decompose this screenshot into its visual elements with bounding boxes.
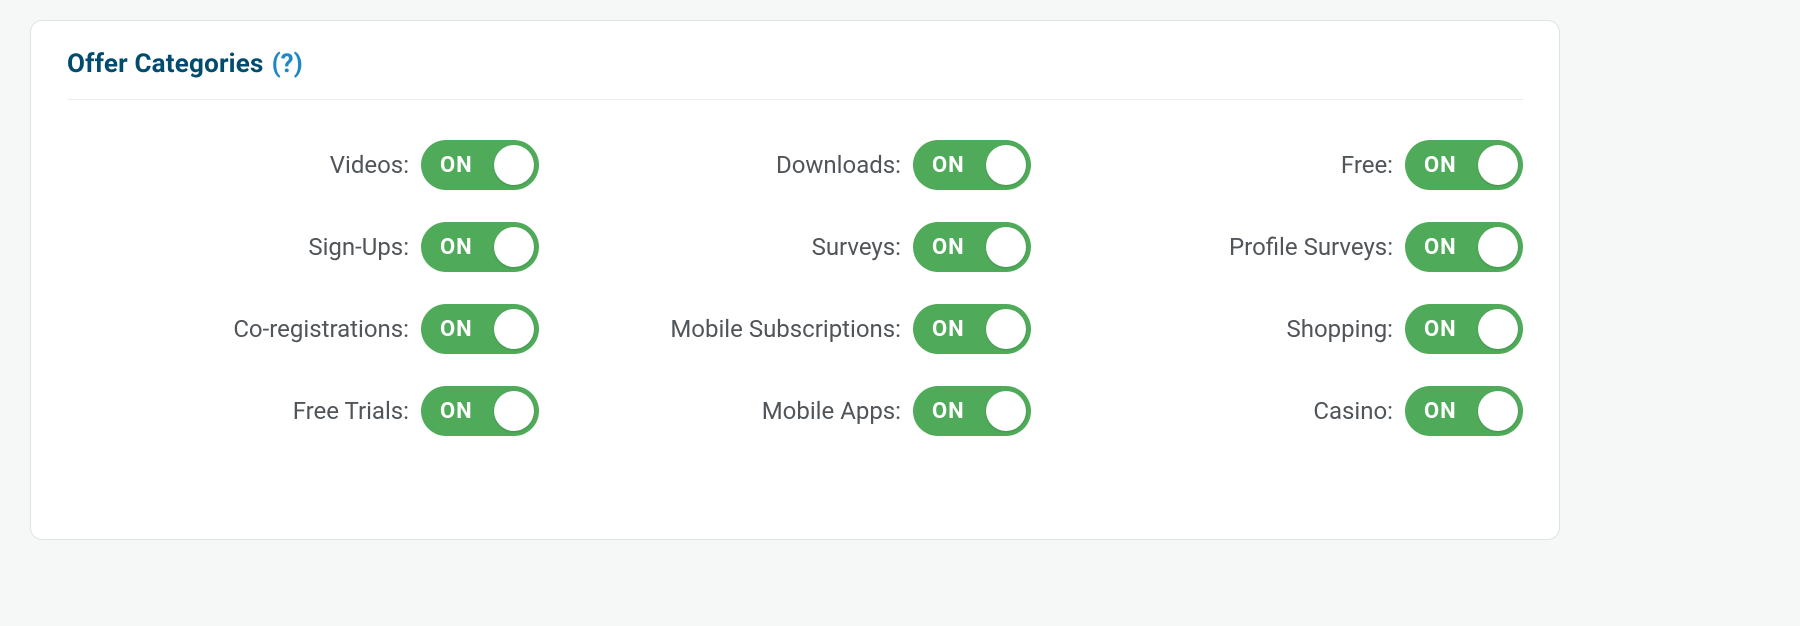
category-label: Casino:	[1313, 397, 1393, 425]
category-row: Downloads: ON	[559, 140, 1031, 190]
toggle-videos[interactable]: ON	[421, 140, 539, 190]
toggle-mobile-subscriptions[interactable]: ON	[913, 304, 1031, 354]
category-row: Surveys: ON	[559, 222, 1031, 272]
category-label: Free:	[1341, 151, 1393, 179]
toggle-knob	[494, 145, 534, 185]
category-row: Casino: ON	[1051, 386, 1523, 436]
toggle-knob	[1478, 227, 1518, 267]
category-label: Surveys:	[812, 233, 901, 261]
toggle-co-registrations[interactable]: ON	[421, 304, 539, 354]
toggle-on-text: ON	[1410, 153, 1463, 178]
section-title: Offer Categories	[67, 49, 264, 79]
divider	[67, 99, 1523, 100]
toggle-knob	[1478, 391, 1518, 431]
toggle-on-text: ON	[1410, 317, 1463, 342]
category-label: Downloads:	[776, 151, 901, 179]
category-row: Free Trials: ON	[67, 386, 539, 436]
category-label: Shopping:	[1287, 315, 1394, 343]
toggle-knob	[1478, 309, 1518, 349]
toggle-on-text: ON	[918, 235, 971, 260]
toggle-knob	[986, 227, 1026, 267]
toggle-shopping[interactable]: ON	[1405, 304, 1523, 354]
toggle-on-text: ON	[426, 153, 479, 178]
toggle-free-trials[interactable]: ON	[421, 386, 539, 436]
category-row: Mobile Apps: ON	[559, 386, 1031, 436]
toggle-knob	[986, 145, 1026, 185]
offer-categories-panel: Offer Categories (?) Videos: ON Download…	[30, 20, 1560, 540]
toggle-knob	[1478, 145, 1518, 185]
toggle-on-text: ON	[918, 317, 971, 342]
toggle-sign-ups[interactable]: ON	[421, 222, 539, 272]
toggle-on-text: ON	[426, 235, 479, 260]
toggle-free[interactable]: ON	[1405, 140, 1523, 190]
toggle-on-text: ON	[1410, 399, 1463, 424]
toggle-knob	[986, 391, 1026, 431]
toggle-surveys[interactable]: ON	[913, 222, 1031, 272]
category-label: Profile Surveys:	[1229, 233, 1393, 261]
category-label: Co-registrations:	[233, 315, 409, 343]
toggle-knob	[494, 227, 534, 267]
toggle-knob	[986, 309, 1026, 349]
toggle-knob	[494, 391, 534, 431]
category-row: Mobile Subscriptions: ON	[559, 304, 1031, 354]
category-label: Videos:	[330, 151, 409, 179]
toggle-on-text: ON	[918, 153, 971, 178]
category-row: Shopping: ON	[1051, 304, 1523, 354]
category-row: Profile Surveys: ON	[1051, 222, 1523, 272]
category-label: Mobile Subscriptions:	[670, 315, 901, 343]
section-header: Offer Categories (?)	[67, 49, 1523, 79]
category-row: Sign-Ups: ON	[67, 222, 539, 272]
category-row: Free: ON	[1051, 140, 1523, 190]
category-label: Free Trials:	[293, 397, 409, 425]
toggle-casino[interactable]: ON	[1405, 386, 1523, 436]
toggle-on-text: ON	[426, 399, 479, 424]
toggle-mobile-apps[interactable]: ON	[913, 386, 1031, 436]
category-label: Sign-Ups:	[308, 233, 409, 261]
toggle-profile-surveys[interactable]: ON	[1405, 222, 1523, 272]
toggle-downloads[interactable]: ON	[913, 140, 1031, 190]
category-row: Videos: ON	[67, 140, 539, 190]
toggle-on-text: ON	[426, 317, 479, 342]
categories-grid: Videos: ON Downloads: ON Free: ON Sign-U…	[67, 140, 1523, 436]
toggle-on-text: ON	[1410, 235, 1463, 260]
help-link[interactable]: (?)	[272, 49, 303, 79]
category-label: Mobile Apps:	[762, 397, 901, 425]
category-row: Co-registrations: ON	[67, 304, 539, 354]
toggle-knob	[494, 309, 534, 349]
toggle-on-text: ON	[918, 399, 971, 424]
